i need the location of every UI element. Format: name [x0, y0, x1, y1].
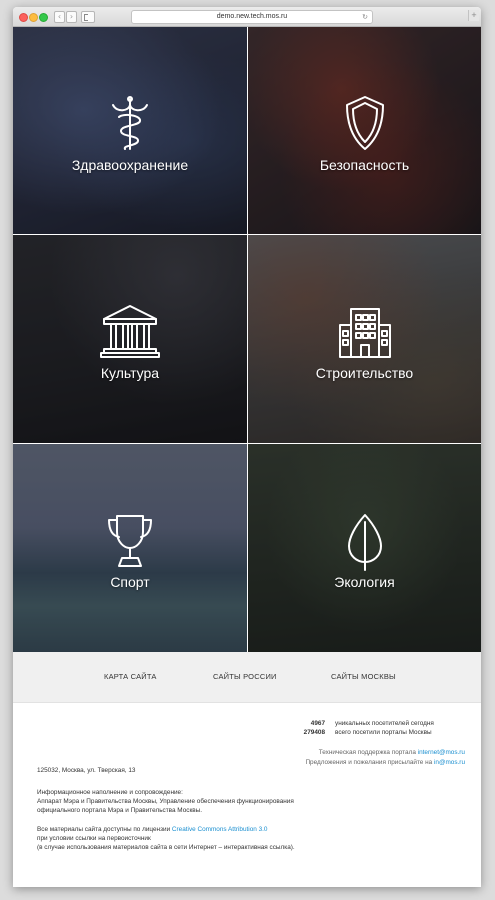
visitor-stats: 4967 уникальных посетителей сегодня 27940… [285, 719, 465, 737]
new-tab-button[interactable]: + [468, 10, 479, 21]
stat-today-label: уникальных посетителей сегодня [335, 720, 434, 727]
tile-label: Культура [100, 365, 160, 381]
license-link[interactable]: Creative Commons Attribution 3.0 [172, 826, 268, 833]
footer-navigation: КАРТА САЙТА САЙТЫ РОССИИ САЙТЫ МОСКВЫ [13, 652, 481, 703]
tile-sport[interactable]: Спорт [13, 444, 247, 652]
browser-titlebar: ‹ › demo.new.tech.mos.ru ↻ + [13, 7, 481, 27]
museum-icon [100, 305, 160, 358]
minimize-window-button[interactable] [29, 13, 38, 22]
moscow-sites-link[interactable]: САЙТЫ МОСКВЫ [331, 672, 396, 681]
tile-label: Спорт [110, 574, 150, 590]
building-icon [338, 308, 391, 358]
feedback-email-link[interactable]: in@mos.ru [434, 759, 465, 766]
stat-today-value: 4967 [310, 720, 325, 727]
tile-construction[interactable]: Строительство [248, 235, 481, 443]
category-grid: Здравоохранение Безопасность Культура Ст… [13, 27, 481, 652]
reload-icon[interactable]: ↻ [362, 11, 368, 23]
sitemap-link[interactable]: КАРТА САЙТА [104, 672, 157, 681]
forward-button[interactable]: › [66, 11, 77, 23]
trophy-icon [108, 515, 152, 567]
footer: 4967 уникальных посетителей сегодня 27940… [13, 703, 481, 887]
address-bar-url: demo.new.tech.mos.ru [216, 13, 288, 20]
browser-window: ‹ › demo.new.tech.mos.ru ↻ + Здравоохран… [13, 7, 481, 887]
stat-total-label: всего посетили порталы Москвы [335, 729, 432, 736]
tile-culture[interactable]: Культура [13, 235, 247, 443]
tile-label: Безопасность [319, 157, 410, 173]
close-window-button[interactable] [19, 13, 28, 22]
stat-total-value: 279408 [303, 729, 325, 736]
license-block: Все материалы сайта доступны по лицензии… [37, 826, 295, 852]
stat-today: 4967 уникальных посетителей сегодня [285, 719, 465, 728]
leaf-icon [347, 514, 382, 571]
tile-security[interactable]: Безопасность [248, 27, 481, 234]
tile-label: Строительство [315, 365, 414, 381]
russia-sites-link[interactable]: САЙТЫ РОССИИ [213, 672, 277, 681]
address-bar[interactable]: demo.new.tech.mos.ru ↻ [131, 10, 373, 24]
zoom-window-button[interactable] [39, 13, 48, 22]
tile-ecology[interactable]: Экология [248, 444, 481, 652]
support-line: Техническая поддержка портала internet@m… [318, 749, 465, 756]
tile-healthcare[interactable]: Здравоохранение [13, 27, 247, 234]
support-contacts: Техническая поддержка портала internet@m… [305, 748, 465, 768]
back-button[interactable]: ‹ [54, 11, 65, 23]
address: 125032, Москва, ул. Тверская, 13 [37, 767, 136, 774]
shield-icon [345, 96, 384, 150]
tile-label: Экология [334, 574, 395, 590]
sidebar-toggle-icon[interactable] [81, 11, 95, 23]
caduceus-icon [112, 96, 148, 150]
tile-label: Здравоохранение [71, 157, 189, 173]
stat-total: 279408 всего посетили порталы Москвы [285, 728, 465, 737]
feedback-line: Предложения и пожелания присылайте на in… [305, 759, 465, 766]
info-block: Информационное наполнение и сопровождени… [37, 789, 294, 815]
support-email-link[interactable]: internet@mos.ru [418, 749, 465, 756]
